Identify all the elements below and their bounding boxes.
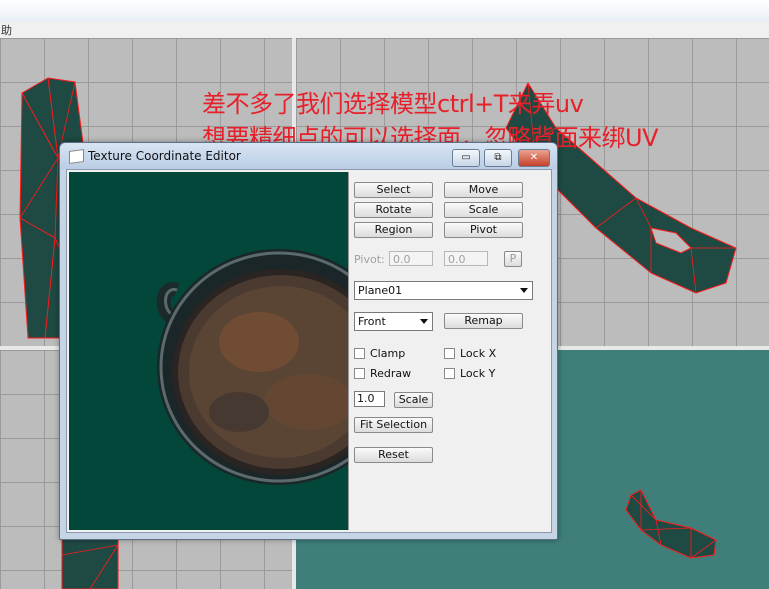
remap-button[interactable]: Remap bbox=[444, 313, 523, 329]
reset-button[interactable]: Reset bbox=[354, 447, 433, 463]
pivot-p-button[interactable]: P bbox=[504, 251, 522, 267]
scale-value-field[interactable]: 1.0 bbox=[354, 391, 385, 407]
annotation-line-1: 差不多了我们选择模型ctrl+T来弄uv bbox=[202, 90, 584, 118]
dialog-client-area: Select Move Rotate Scale Region Pivot Pi… bbox=[66, 169, 552, 533]
rotate-button[interactable]: Rotate bbox=[354, 202, 433, 218]
chevron-down-icon bbox=[420, 319, 428, 324]
lock-x-label: Lock X bbox=[460, 347, 497, 360]
region-button[interactable]: Region bbox=[354, 222, 433, 238]
dialog-title-bar[interactable]: Texture Coordinate Editor ▭ ⧉ ✕ bbox=[60, 143, 557, 169]
clamp-checkbox[interactable] bbox=[354, 348, 365, 359]
pivot-label: Pivot: bbox=[354, 253, 385, 266]
app-title-bar bbox=[0, 0, 769, 23]
texture-coordinate-editor-dialog: Texture Coordinate Editor ▭ ⧉ ✕ Select M… bbox=[59, 142, 558, 540]
object-dropdown-value: Plane01 bbox=[358, 284, 403, 297]
texture-canvas[interactable] bbox=[69, 172, 349, 530]
redraw-checkbox[interactable] bbox=[354, 368, 365, 379]
object-dropdown[interactable]: Plane01 bbox=[354, 281, 533, 300]
move-button[interactable]: Move bbox=[444, 182, 523, 198]
dialog-app-icon bbox=[69, 148, 84, 165]
scale-apply-button[interactable]: Scale bbox=[394, 392, 433, 408]
close-button[interactable]: ✕ bbox=[518, 149, 550, 167]
chevron-down-icon bbox=[520, 288, 528, 293]
scale-button[interactable]: Scale bbox=[444, 202, 523, 218]
clamp-label: Clamp bbox=[370, 347, 406, 360]
menu-help[interactable]: 助 bbox=[1, 22, 12, 38]
maximize-button[interactable]: ⧉ bbox=[484, 149, 512, 167]
pivot-button[interactable]: Pivot bbox=[444, 222, 523, 238]
redraw-label: Redraw bbox=[370, 367, 412, 380]
lock-y-checkbox[interactable] bbox=[444, 368, 455, 379]
menu-bar: 助 bbox=[0, 22, 769, 39]
lock-x-checkbox[interactable] bbox=[444, 348, 455, 359]
view-dropdown[interactable]: Front bbox=[354, 312, 433, 331]
pivot-y-field[interactable]: 0.0 bbox=[444, 251, 488, 266]
dialog-title: Texture Coordinate Editor bbox=[88, 149, 241, 163]
pivot-x-field[interactable]: 0.0 bbox=[389, 251, 433, 266]
minimize-button[interactable]: ▭ bbox=[452, 149, 480, 167]
select-button[interactable]: Select bbox=[354, 182, 433, 198]
view-dropdown-value: Front bbox=[358, 315, 386, 328]
lock-y-label: Lock Y bbox=[460, 367, 496, 380]
pan-texture-image bbox=[156, 249, 348, 485]
fit-selection-button[interactable]: Fit Selection bbox=[354, 417, 433, 433]
